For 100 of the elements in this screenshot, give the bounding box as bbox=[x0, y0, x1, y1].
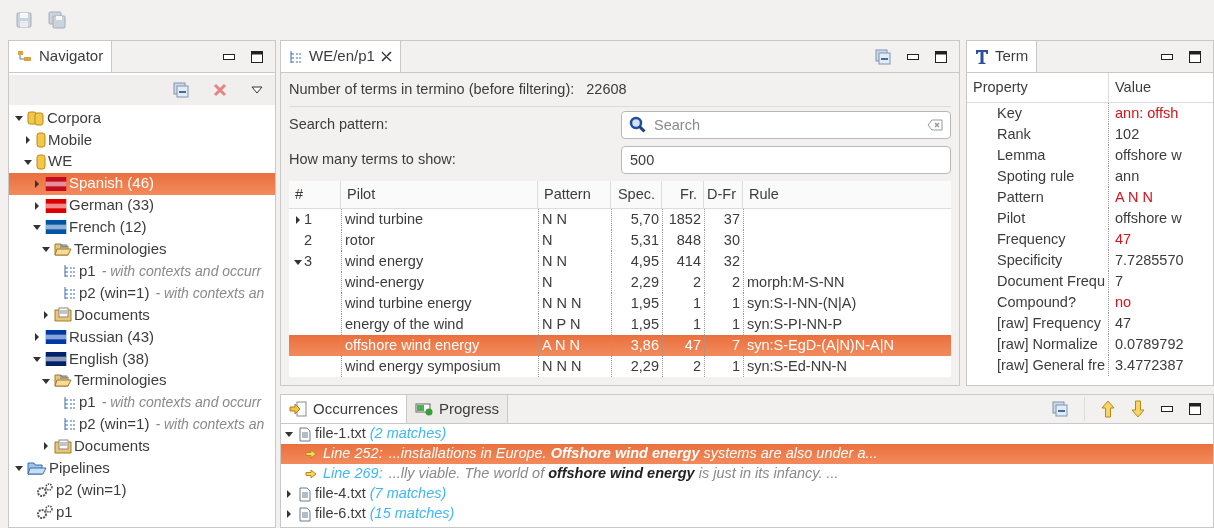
property-name: Key bbox=[997, 103, 1022, 123]
maximize-icon[interactable] bbox=[935, 50, 947, 63]
list-icon bbox=[63, 395, 77, 410]
close-icon[interactable] bbox=[380, 51, 392, 62]
table-cell-text: 1 bbox=[304, 209, 313, 229]
tree-item[interactable]: p1 - with contexts and occurr bbox=[9, 260, 275, 283]
tree-item[interactable]: p2 (win=1) - with contexts an bbox=[9, 413, 275, 436]
search-field[interactable]: Search bbox=[621, 111, 951, 139]
column-header[interactable]: D-Fr bbox=[704, 181, 743, 208]
column-header[interactable]: Value bbox=[1109, 73, 1213, 102]
table-cell-text: 7 bbox=[731, 335, 740, 355]
minimize-icon[interactable] bbox=[1161, 406, 1173, 412]
property-value: 102 bbox=[1115, 124, 1140, 144]
panel-tab[interactable]: WE/en/p1 bbox=[281, 41, 401, 72]
table-cell-text: syn:S-PI-NN-P bbox=[747, 314, 843, 334]
tree-item[interactable]: English (38) bbox=[9, 347, 275, 370]
column-header[interactable]: Rule bbox=[743, 181, 953, 208]
table-cell-text: 1 bbox=[731, 356, 740, 376]
table-cell-text: offshore wind energy bbox=[345, 335, 480, 355]
table-cell-text: 3 bbox=[304, 251, 313, 271]
dropdown-caret-icon[interactable] bbox=[251, 86, 263, 94]
column-header[interactable]: Fr. bbox=[662, 181, 704, 208]
expanded-arrow-icon[interactable] bbox=[283, 429, 295, 439]
table-cell-text: N N bbox=[542, 209, 567, 229]
column-header[interactable]: Spec. bbox=[611, 181, 662, 208]
tree-item[interactable]: file-1.txt (2 matches) bbox=[281, 424, 1213, 444]
table-cell-text: N bbox=[542, 230, 553, 250]
tree-item[interactable]: French (12) bbox=[9, 216, 275, 239]
list-icon bbox=[63, 264, 77, 279]
table-row[interactable]: 3 wind energy N N 4,95 414 32 bbox=[289, 251, 951, 272]
panel-tab[interactable]: Navigator bbox=[9, 41, 113, 72]
tree-item[interactable]: p2 (win=1) - with contexts an bbox=[9, 282, 275, 304]
property-value: offshore w bbox=[1115, 145, 1182, 165]
table-row[interactable]: 2 rotor N 5,31 848 30 bbox=[289, 230, 951, 251]
panel-tab[interactable]: Progress bbox=[407, 395, 509, 423]
column-header[interactable]: # bbox=[289, 181, 341, 208]
table-cell-text: syn:S-I-NN-(N|A) bbox=[747, 293, 857, 313]
occurrence-item[interactable]: Line 269: ...lly viable. The world of offshore wind energy is just in its infancy. ... bbox=[281, 464, 1213, 484]
tree-item[interactable]: p1 bbox=[9, 501, 275, 523]
tree-item[interactable]: p1 - with contexts and occurr bbox=[9, 391, 275, 414]
search-pattern-label: Search pattern: bbox=[289, 115, 389, 135]
table-cell-text: wind turbine bbox=[345, 209, 424, 229]
property-value: 7 bbox=[1115, 271, 1124, 291]
tree-item[interactable]: Documents bbox=[9, 435, 275, 458]
table-cell-text: 1 bbox=[731, 293, 740, 313]
column-header[interactable]: Property bbox=[967, 73, 1109, 102]
table-cell-text: wind energy bbox=[345, 251, 424, 271]
tree-item[interactable]: Russian (43) bbox=[9, 325, 275, 348]
table-row[interactable]: wind-energy N 2,29 2 2 morph:M-S-NN bbox=[289, 272, 951, 293]
property-name: [raw] Frequency bbox=[997, 313, 1101, 333]
tree-item[interactable]: Documents bbox=[9, 304, 275, 326]
tree-item[interactable]: p2 (win=1) bbox=[9, 479, 275, 502]
open-folder-icon bbox=[54, 373, 72, 389]
table-cell-text: energy of the wind bbox=[345, 314, 464, 334]
minimize-icon[interactable] bbox=[1161, 53, 1173, 60]
table-cell-text: 1 bbox=[692, 314, 701, 334]
minimize-icon[interactable] bbox=[907, 53, 919, 60]
panel-tab[interactable]: Occurrences bbox=[281, 395, 408, 423]
property-value: A N N bbox=[1115, 187, 1153, 207]
tree-icon bbox=[17, 49, 33, 64]
tree-item[interactable]: Corpora bbox=[9, 107, 275, 129]
tree-item[interactable]: file-4.txt (7 matches) bbox=[281, 484, 1213, 504]
panel-tab[interactable]: Term bbox=[967, 41, 1038, 72]
table-cell-text: syn:S-EgD-(A|N)N-A|N bbox=[747, 335, 894, 355]
table-cell-text: 4,95 bbox=[630, 251, 659, 271]
tree-item[interactable]: Terminologies bbox=[9, 238, 275, 261]
tree-item[interactable]: Terminologies bbox=[9, 369, 275, 392]
progress-icon bbox=[415, 402, 434, 416]
cylinder-icon bbox=[36, 153, 46, 170]
clear-icon[interactable] bbox=[927, 119, 943, 131]
terms-limit-field[interactable]: 500 bbox=[621, 146, 951, 174]
collapse-all-icon[interactable] bbox=[875, 48, 891, 65]
column-header[interactable]: Pattern bbox=[538, 181, 611, 208]
tree-item[interactable]: file-6.txt (15 matches) bbox=[281, 504, 1213, 524]
minimize-icon[interactable] bbox=[223, 53, 235, 60]
up-arrow-icon[interactable] bbox=[1101, 400, 1115, 418]
table-cell-text: A N N bbox=[542, 335, 580, 355]
tree-item[interactable]: German (33) bbox=[9, 194, 275, 217]
table-row[interactable]: wind energy symposium N N N 2,29 2 1 syn:S-Ed-NN-N bbox=[289, 356, 951, 377]
column-header[interactable]: Pilot bbox=[341, 181, 538, 208]
terms-limit-label: How many terms to show: bbox=[289, 150, 456, 170]
terms-count-label: Number of terms in termino (before filtering): bbox=[289, 79, 575, 99]
collapse-all-icon[interactable] bbox=[1052, 401, 1068, 417]
tree-item[interactable]: Mobile bbox=[9, 128, 275, 151]
maximize-icon[interactable] bbox=[251, 50, 263, 63]
maximize-icon[interactable] bbox=[1189, 50, 1201, 63]
terms-count-value: 22608 bbox=[586, 79, 627, 99]
table-cell-text: 2,29 bbox=[630, 356, 659, 376]
property-name: Lemma bbox=[997, 145, 1046, 165]
table-cell-text: rotor bbox=[345, 230, 375, 250]
table-row[interactable]: 1 wind turbine N N 5,70 1852 37 bbox=[289, 209, 951, 230]
table-cell-text: 2,29 bbox=[630, 272, 659, 292]
tree-item[interactable]: Pipelines bbox=[9, 457, 275, 480]
collapse-all-icon[interactable] bbox=[173, 82, 189, 98]
maximize-icon[interactable] bbox=[1189, 403, 1201, 415]
table-row[interactable]: wind turbine energy N N N 1,95 1 1 syn:S-I-NN-(N|A) bbox=[289, 293, 951, 314]
property-name: Rank bbox=[997, 124, 1031, 144]
property-name: Spoting rule bbox=[997, 166, 1075, 186]
tree-item[interactable]: WE bbox=[9, 150, 275, 173]
down-arrow-icon[interactable] bbox=[1131, 400, 1145, 418]
